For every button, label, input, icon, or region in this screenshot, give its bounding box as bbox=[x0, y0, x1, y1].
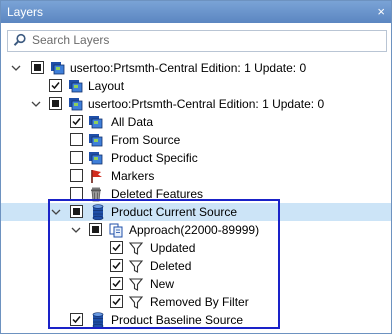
multi-layer-icon bbox=[69, 80, 83, 93]
tree-row[interactable]: All Data bbox=[1, 113, 391, 131]
checkmark-icon bbox=[51, 82, 60, 90]
tree-row[interactable]: From Source bbox=[1, 131, 391, 149]
search-input[interactable] bbox=[32, 32, 382, 48]
tree-row[interactable]: Layout bbox=[1, 77, 391, 95]
layer-label: Layout bbox=[88, 79, 125, 93]
highlight-frame bbox=[48, 199, 280, 329]
search-icon bbox=[13, 33, 26, 46]
layer-label: usertoo:Prtsmth-Central Edition: 1 Updat… bbox=[70, 61, 307, 75]
chevron-down-icon[interactable] bbox=[31, 99, 41, 109]
layer-label: All Data bbox=[111, 115, 154, 129]
tree-row[interactable]: Product Specific bbox=[1, 149, 391, 167]
layer-label: Product Specific bbox=[111, 151, 198, 165]
chevron-down-icon[interactable] bbox=[11, 63, 21, 73]
tree-row[interactable]: Markers bbox=[1, 167, 391, 185]
layer-label: Markers bbox=[111, 169, 155, 183]
layer-checkbox[interactable] bbox=[70, 169, 83, 182]
layer-checkbox[interactable] bbox=[49, 79, 62, 92]
layer-checkbox[interactable] bbox=[31, 61, 44, 74]
layer-checkbox[interactable] bbox=[70, 115, 83, 128]
layer-checkbox[interactable] bbox=[49, 97, 62, 110]
search-box[interactable] bbox=[7, 30, 387, 52]
multi-layer-icon bbox=[89, 152, 103, 165]
layer-label: From Source bbox=[111, 133, 181, 147]
close-button[interactable]: × bbox=[377, 4, 385, 19]
layer-checkbox[interactable] bbox=[70, 133, 83, 146]
multi-layer-icon bbox=[51, 62, 65, 75]
layer-label: usertoo:Prtsmth-Central Edition: 1 Updat… bbox=[88, 97, 325, 111]
layer-checkbox[interactable] bbox=[70, 151, 83, 164]
multi-layer-icon bbox=[89, 116, 103, 129]
panel-title: Layers bbox=[7, 5, 44, 19]
layers-panel: Layers × usertoo:Prtsmth-Central Edition… bbox=[0, 0, 392, 334]
checkmark-icon bbox=[72, 118, 81, 126]
multi-layer-icon bbox=[69, 98, 83, 111]
flag-icon bbox=[91, 170, 102, 183]
tree-row[interactable]: usertoo:Prtsmth-Central Edition: 1 Updat… bbox=[1, 59, 391, 77]
title-bar[interactable]: Layers × bbox=[1, 1, 391, 23]
multi-layer-icon bbox=[89, 134, 103, 147]
tree-row[interactable]: usertoo:Prtsmth-Central Edition: 1 Updat… bbox=[1, 95, 391, 113]
